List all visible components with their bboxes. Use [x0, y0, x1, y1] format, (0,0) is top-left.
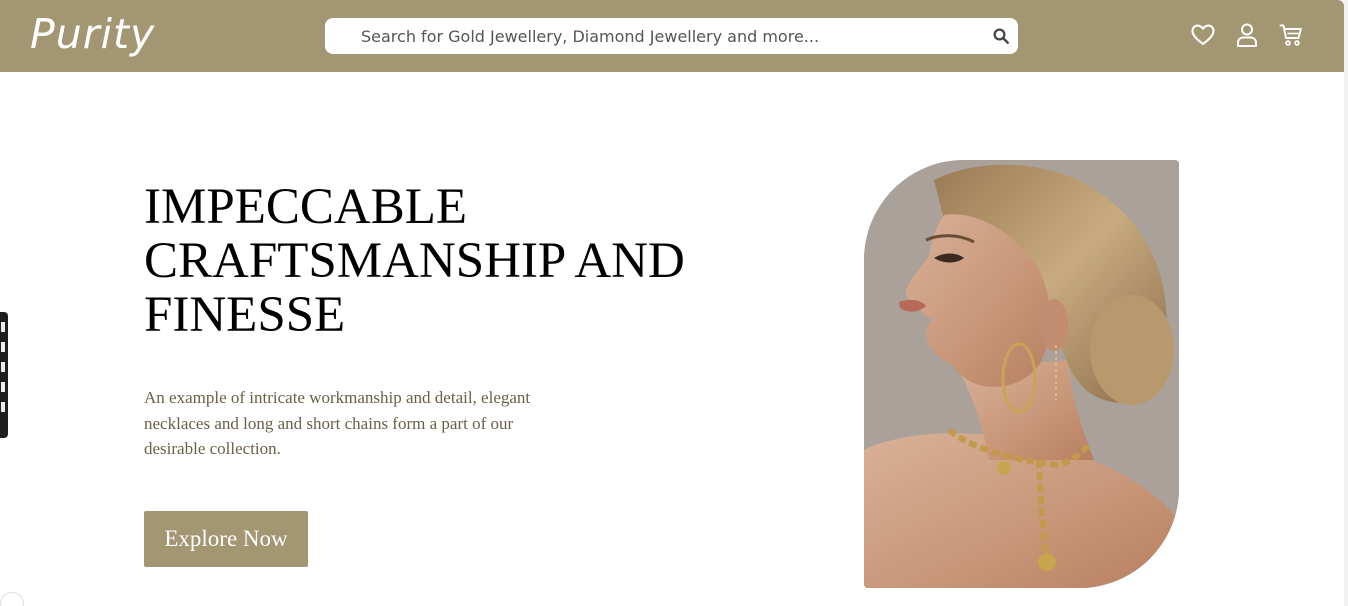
- search-input[interactable]: [325, 18, 975, 54]
- explore-now-button[interactable]: Explore Now: [144, 511, 308, 567]
- top-navbar: Purity: [0, 0, 1344, 72]
- user-icon[interactable]: [1234, 22, 1260, 48]
- model-portrait-illustration: [864, 160, 1179, 588]
- hero-description: An example of intricate workmanship and …: [144, 388, 531, 458]
- floating-side-toolbar[interactable]: [0, 312, 8, 438]
- cart-icon[interactable]: [1278, 22, 1304, 48]
- search-icon[interactable]: [990, 25, 1012, 47]
- header-icon-group: [1190, 22, 1304, 50]
- brand-logo[interactable]: Purity: [30, 10, 155, 58]
- headline-line-3: FINESSE: [144, 287, 346, 343]
- search-bar: [325, 18, 1018, 54]
- headline-line-1: IMPECCABLE: [144, 179, 468, 235]
- corner-widget[interactable]: [0, 592, 24, 606]
- hero-model-image: [864, 160, 1179, 588]
- headline-line-2: CRAFTSMANSHIP AND: [144, 233, 685, 289]
- hero-headline: IMPECCABLE CRAFTSMANSHIP AND FINESSE: [144, 180, 764, 342]
- heart-icon[interactable]: [1190, 22, 1216, 48]
- page-scrollbar[interactable]: [1344, 0, 1348, 606]
